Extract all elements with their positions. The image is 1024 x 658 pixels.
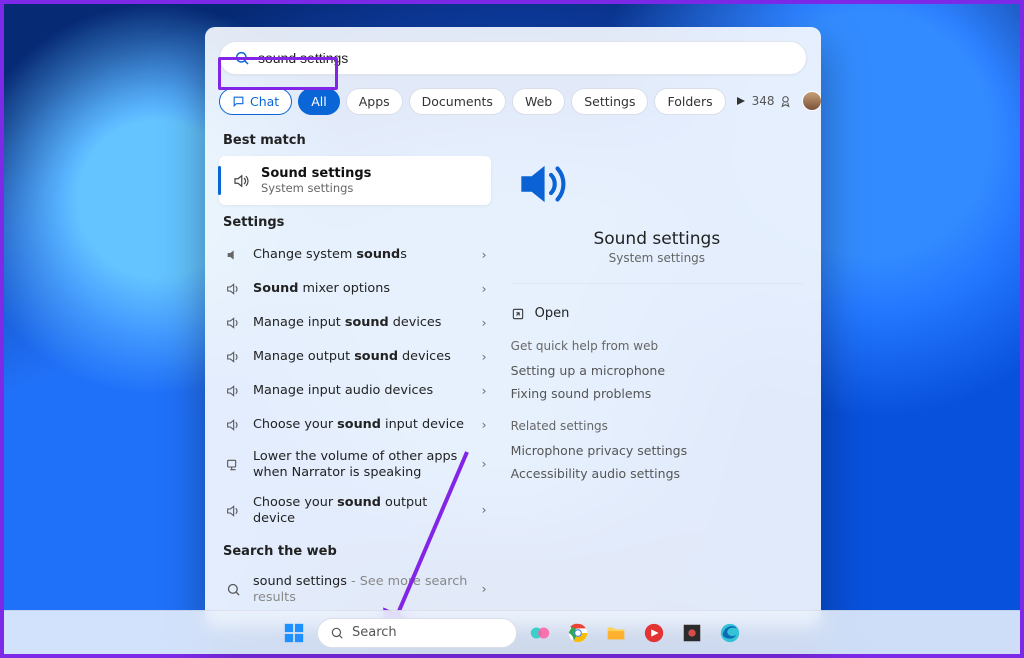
chevron-right-icon: › xyxy=(482,582,487,597)
chevron-right-icon: › xyxy=(482,457,487,472)
results-column: Best match Sound settings System setting… xyxy=(205,123,501,613)
user-avatar[interactable] xyxy=(802,91,821,111)
preview-subtitle: System settings xyxy=(511,251,803,265)
taskbar-search[interactable]: Search xyxy=(317,618,517,648)
result-change-system-sounds[interactable]: Change system sounds › xyxy=(219,238,495,272)
speaker-icon xyxy=(223,383,243,399)
preview-pane: Sound settings System settings Open Get … xyxy=(501,123,821,613)
search-input[interactable] xyxy=(258,50,792,66)
help-link-fix-sound[interactable]: Fixing sound problems xyxy=(511,382,803,405)
chevron-right-icon: › xyxy=(482,350,487,365)
result-choose-input-device[interactable]: Choose your sound input device › xyxy=(219,408,495,442)
taskbar-search-placeholder: Search xyxy=(352,625,397,640)
taskbar-edge-icon[interactable] xyxy=(715,618,745,648)
taskbar-explorer-icon[interactable] xyxy=(601,618,631,648)
chevron-right-icon: › xyxy=(482,282,487,297)
filter-chat-label: Chat xyxy=(250,94,279,109)
search-row xyxy=(205,27,821,75)
chevron-right-icon: › xyxy=(482,316,487,331)
search-filters: Chat All Apps Documents Web Settings Fol… xyxy=(205,75,821,123)
best-match-subtitle: System settings xyxy=(261,181,371,195)
filter-all[interactable]: All xyxy=(298,88,340,115)
speaker-icon xyxy=(223,503,243,519)
filter-apps[interactable]: Apps xyxy=(346,88,403,115)
result-manage-output-sound[interactable]: Manage output sound devices › xyxy=(219,340,495,374)
speaker-icon xyxy=(223,315,243,331)
best-match-result[interactable]: Sound settings System settings xyxy=(219,156,491,205)
section-settings: Settings xyxy=(223,215,501,230)
section-search-web: Search the web xyxy=(223,544,501,559)
action-open-label: Open xyxy=(535,306,570,321)
help-link-microphone[interactable]: Setting up a microphone xyxy=(511,359,803,382)
search-icon xyxy=(234,50,250,66)
start-button[interactable] xyxy=(279,618,309,648)
chevron-right-icon: › xyxy=(482,418,487,433)
result-manage-input-audio[interactable]: Manage input audio devices › xyxy=(219,374,495,408)
search-icon xyxy=(223,582,243,597)
filter-web[interactable]: Web xyxy=(512,88,565,115)
start-search-flyout: Chat All Apps Documents Web Settings Fol… xyxy=(205,27,821,627)
speaker-muted-icon xyxy=(223,247,243,263)
filter-chat[interactable]: Chat xyxy=(219,88,292,115)
taskbar-app-red-icon[interactable] xyxy=(639,618,669,648)
taskbar-app-dark-icon[interactable] xyxy=(677,618,707,648)
divider xyxy=(511,283,803,284)
result-manage-input-sound[interactable]: Manage input sound devices › xyxy=(219,306,495,340)
result-narrator-volume[interactable]: Lower the volume of other apps when Narr… xyxy=(219,442,495,488)
quick-help-heading: Get quick help from web xyxy=(511,339,803,353)
rewards-points[interactable]: 348 xyxy=(752,94,792,108)
filter-folders[interactable]: Folders xyxy=(654,88,725,115)
result-choose-output-device[interactable]: Choose your sound output device › xyxy=(219,488,495,534)
chevron-right-icon: › xyxy=(482,503,487,518)
speaker-icon xyxy=(223,281,243,297)
speaker-large-icon xyxy=(511,153,803,215)
selection-indicator xyxy=(218,166,221,195)
preview-title: Sound settings xyxy=(511,229,803,249)
narrator-icon xyxy=(223,457,243,473)
open-icon xyxy=(511,307,525,321)
settings-results-list: Change system sounds › Sound mixer optio… xyxy=(219,238,501,534)
section-best-match: Best match xyxy=(223,133,501,148)
result-sound-mixer[interactable]: Sound mixer options › xyxy=(219,272,495,306)
related-accessibility-audio[interactable]: Accessibility audio settings xyxy=(511,462,803,485)
taskbar: Search xyxy=(4,610,1020,654)
filter-settings[interactable]: Settings xyxy=(571,88,648,115)
taskbar-chrome-icon[interactable] xyxy=(563,618,593,648)
speaker-icon xyxy=(231,172,251,190)
filter-documents[interactable]: Documents xyxy=(409,88,506,115)
speaker-icon xyxy=(223,349,243,365)
related-mic-privacy[interactable]: Microphone privacy settings xyxy=(511,439,803,462)
chevron-right-icon: › xyxy=(482,248,487,263)
action-open[interactable]: Open xyxy=(511,302,803,325)
related-heading: Related settings xyxy=(511,419,803,433)
speaker-icon xyxy=(223,417,243,433)
chevron-right-icon: › xyxy=(482,384,487,399)
best-match-title: Sound settings xyxy=(261,166,371,181)
taskbar-copilot-icon[interactable] xyxy=(525,618,555,648)
header-widgets: 348 ••• xyxy=(752,87,821,115)
web-search-result[interactable]: sound settings - See more search results… xyxy=(219,567,495,613)
filter-more-icon[interactable] xyxy=(736,91,746,111)
search-box[interactable] xyxy=(219,41,807,75)
